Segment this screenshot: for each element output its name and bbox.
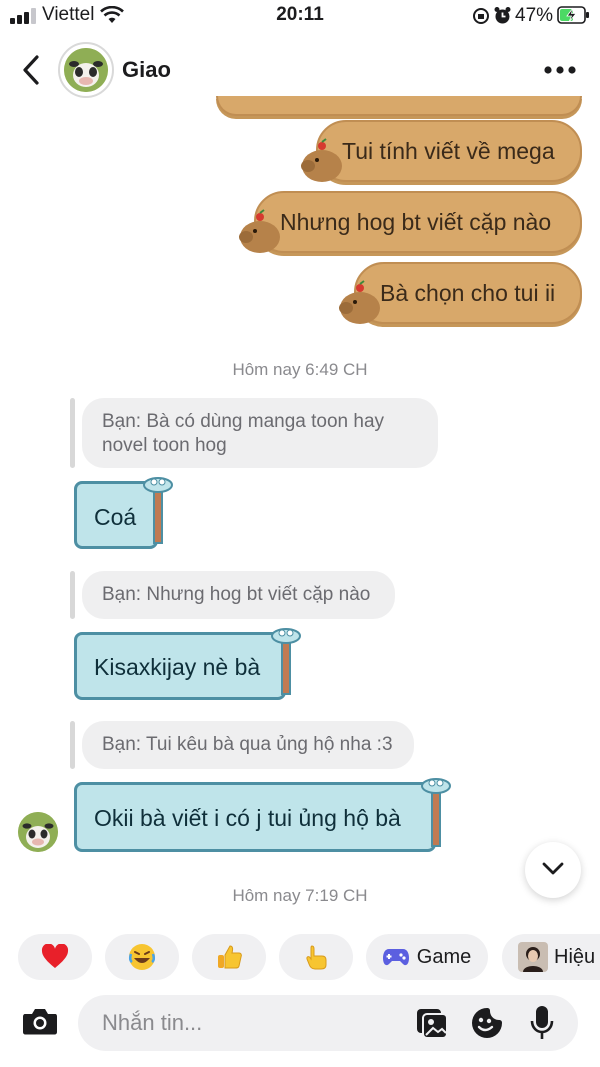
crocodile-icon xyxy=(143,477,173,544)
reaction-pointing[interactable] xyxy=(279,934,353,980)
previous-message-bubble[interactable] xyxy=(216,96,582,116)
capybara-icon xyxy=(339,280,380,324)
reply-bar xyxy=(70,571,75,619)
thumbs-up-icon xyxy=(218,945,242,969)
camera-button[interactable] xyxy=(22,1006,58,1041)
message-input[interactable]: Nhắn tin... xyxy=(78,995,578,1051)
battery-percent: 47% xyxy=(515,5,554,26)
cow-avatar-icon xyxy=(64,48,108,92)
laughing-icon xyxy=(128,944,156,970)
alarm-icon xyxy=(494,7,511,24)
person-shortcut-button[interactable]: Hiệu xyxy=(502,934,600,980)
gallery-icon[interactable] xyxy=(415,1007,449,1039)
received-message[interactable]: Coá xyxy=(70,475,174,555)
reply-bar xyxy=(70,721,75,769)
crocodile-icon xyxy=(271,628,301,695)
capybara-icon xyxy=(239,209,280,253)
quoted-message[interactable]: Bạn: Tui kêu bà qua ủng hộ nha :3 xyxy=(82,721,414,769)
contact-avatar[interactable] xyxy=(58,42,114,98)
pointing-icon xyxy=(306,945,327,970)
battery-charging-icon xyxy=(557,6,589,24)
sticker-icon[interactable] xyxy=(470,1006,504,1040)
received-message[interactable]: Okii bà viết i có j tui ủng hộ bà xyxy=(70,776,452,858)
message-input-placeholder: Nhắn tin... xyxy=(102,1010,203,1035)
message-text: Tui tính viết về mega xyxy=(342,138,555,164)
timestamp: Hôm nay 7:19 CH xyxy=(232,886,368,905)
message-text: Nhưng hog bt viết cặp nào xyxy=(280,209,552,235)
game-label: Game xyxy=(416,945,472,968)
microphone-icon[interactable] xyxy=(530,1005,554,1041)
capybara-icon xyxy=(301,138,342,182)
quoted-message[interactable]: Bạn: Nhưng hog bt viết cặp nào xyxy=(82,571,395,619)
chevron-down-icon xyxy=(542,862,564,875)
back-chevron-icon[interactable] xyxy=(20,55,42,85)
quoted-message[interactable]: Bạn: Bà có dùng manga toon hay novel too… xyxy=(82,398,438,468)
status-bar: Viettel 20:11 47% xyxy=(0,0,600,34)
reply-bar xyxy=(70,398,75,468)
contact-name[interactable]: Giao xyxy=(122,57,171,83)
message-text: Coá xyxy=(94,504,137,530)
sent-message[interactable]: Bà chọn cho tui ii xyxy=(336,262,582,328)
contact-avatar-small[interactable] xyxy=(18,812,58,852)
sent-message[interactable]: Tui tính viết về mega xyxy=(298,120,582,186)
cow-avatar-icon xyxy=(18,812,58,852)
message-text: Kisaxkijay nè bà xyxy=(94,654,261,680)
crocodile-icon xyxy=(421,778,451,847)
screen-rotation-lock-icon xyxy=(473,8,489,24)
person-label: Hiệu xyxy=(554,945,596,968)
more-options-icon[interactable] xyxy=(543,65,577,75)
reaction-laughing[interactable] xyxy=(105,934,179,980)
reaction-thumbs-up[interactable] xyxy=(192,934,266,980)
message-text: Bà chọn cho tui ii xyxy=(380,280,556,306)
person-avatar-icon xyxy=(518,942,548,972)
message-text: Okii bà viết i có j tui ủng hộ bà xyxy=(94,805,401,831)
game-controller-icon xyxy=(382,949,409,966)
game-button[interactable]: Game xyxy=(366,934,488,980)
timestamp: Hôm nay 6:49 CH xyxy=(232,360,368,379)
camera-icon xyxy=(23,1009,57,1035)
sent-message[interactable]: Nhưng hog bt viết cặp nào xyxy=(236,191,582,257)
heart-icon xyxy=(41,944,69,968)
received-message[interactable]: Kisaxkijay nè bà xyxy=(70,626,302,706)
reaction-heart[interactable] xyxy=(18,934,92,980)
